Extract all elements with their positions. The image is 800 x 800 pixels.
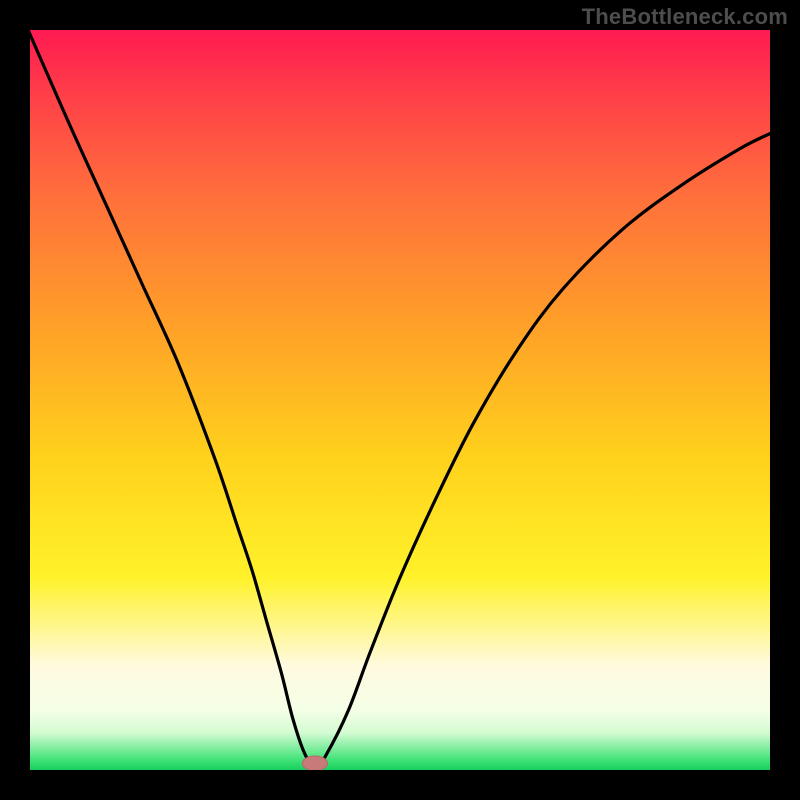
plot-area bbox=[30, 30, 770, 770]
attribution-label: TheBottleneck.com bbox=[582, 4, 788, 30]
optimal-point-marker bbox=[302, 756, 327, 770]
bottleneck-curve bbox=[30, 30, 770, 769]
chart-frame: TheBottleneck.com bbox=[0, 0, 800, 800]
curve-svg bbox=[30, 30, 770, 770]
